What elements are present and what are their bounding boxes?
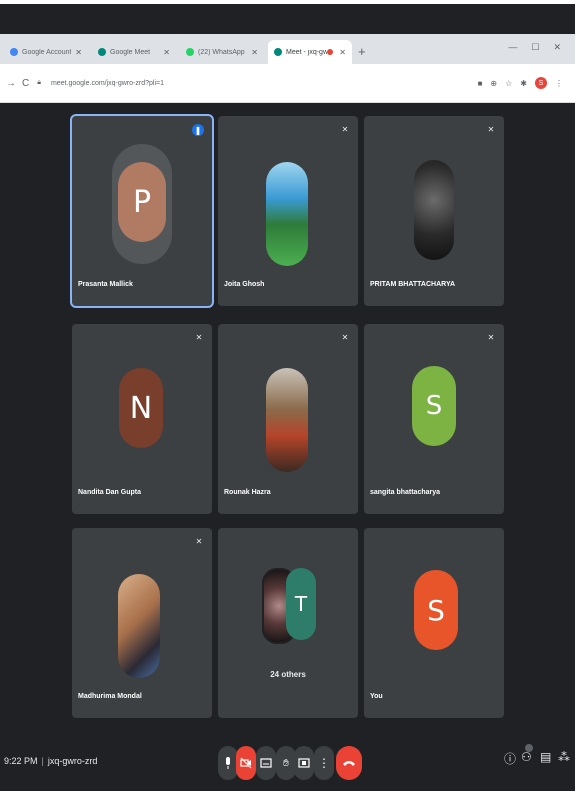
end-call-button[interactable] [336,746,362,780]
minimize-icon[interactable]: — [508,42,517,53]
participant-tile[interactable]: ✕ PRITAM BHATTACHARYA [364,116,504,306]
avatar: S [414,570,458,650]
meeting-code: jxq-gwro-zrd [47,756,98,766]
tab-label: Google Account [22,48,72,56]
participant-tile[interactable]: ✕ Rounak Hazra [218,324,358,514]
browser-tab-bar: Google Account ✕ Google Meet ✕ (22) What… [0,34,575,64]
extensions-area: ■ ⊕ ☆ ✱ S ⋮ [478,77,563,89]
mic-off-icon: ✕ [195,536,203,546]
raise-hand-button[interactable]: ✋︎ [276,746,296,780]
close-tab-icon[interactable]: ✕ [339,48,346,57]
lock-icon[interactable]: 🔒︎ [37,79,41,87]
puzzle-icon[interactable]: ✱ [520,79,527,88]
tab-whatsapp[interactable]: (22) WhatsApp ✕ [180,40,264,64]
captions-icon [260,758,272,768]
chat-icon[interactable]: ▤ [540,750,551,764]
participant-tile[interactable]: ✕ Madhurima Mondal [72,528,212,718]
avatar: P [118,162,166,242]
mic-off-icon: ✕ [487,332,495,342]
others-tile[interactable]: T 24 others [218,528,358,718]
meeting-info: 9:22 PM | jxq-gwro-zrd [4,756,97,766]
close-window-icon[interactable]: ✕ [553,42,561,53]
camera-icon[interactable]: ■ [478,79,483,88]
tab-label: Google Meet [110,48,151,56]
mic-icon [226,757,230,769]
avatar-photo [266,162,308,266]
participant-tile[interactable]: ✕ Joita Ghosh [218,116,358,306]
avatar-photo [118,574,160,678]
hand-icon: ✋︎ [283,757,289,769]
participant-tile[interactable]: S ✕ sangita bhattacharya [364,324,504,514]
participant-name: PRITAM BHATTACHARYA [370,281,456,288]
tab-label: Meet - jxq-gwro-zrd [286,48,328,56]
meeting-controls-bar: 9:22 PM | jxq-gwro-zrd ✋︎ ⋮ ⓘ ⚇ ▤ ⁂ [0,734,575,791]
tab-google-account[interactable]: Google Account ✕ [4,40,88,64]
participant-name: Joita Ghosh [224,281,265,288]
meet-favicon-icon [98,48,106,56]
avatar-photo [414,160,454,260]
participant-name: Madhurima Mondal [78,693,142,700]
profile-avatar[interactable]: S [535,77,547,89]
maximize-icon[interactable]: ☐ [531,42,539,53]
participant-count-badge [525,744,533,752]
present-button[interactable] [294,746,314,780]
activities-icon[interactable]: ⁂ [558,750,570,764]
mic-off-icon: ✕ [341,124,349,134]
tab-label: (22) WhatsApp [198,48,245,56]
menu-icon[interactable]: ⋮ [555,79,563,88]
mic-off-icon: ✕ [341,332,349,342]
more-options-button[interactable]: ⋮ [314,746,334,780]
share-icon[interactable]: ⊕ [490,79,497,88]
screen-frame: Google Account ✕ Google Meet ✕ (22) What… [0,4,575,791]
participant-name: Prasanta Mallick [78,281,133,288]
end-call-icon [343,761,355,766]
self-tile[interactable]: S You [364,528,504,718]
people-icon[interactable]: ⚇ [521,744,533,764]
mic-off-icon: ✕ [487,124,495,134]
participant-tile[interactable]: P ❚ Prasanta Mallick [70,114,214,308]
meet-favicon-icon [274,48,282,56]
participant-name: Rounak Hazra [224,489,271,496]
present-icon [298,758,310,768]
others-count-label: 24 others [270,670,306,679]
bookmark-star-icon[interactable]: ☆ [505,79,512,88]
google-favicon-icon [10,48,18,56]
participant-name: Nandita Dan Gupta [78,489,142,496]
avatar: T [286,568,316,640]
captions-button[interactable] [256,746,276,780]
mic-button[interactable] [218,746,238,780]
separator: | [41,756,44,766]
whatsapp-favicon-icon [186,48,194,56]
close-tab-icon[interactable]: ✕ [163,48,170,57]
avatar-photo [266,368,308,472]
url-field[interactable]: meet.google.com/jxq-gwro-zrd?pli=1 [51,80,478,87]
close-tab-icon[interactable]: ✕ [75,48,82,57]
camera-off-icon [240,757,252,769]
speaking-indicator-icon: ❚ [192,124,204,136]
forward-icon[interactable]: → [6,78,16,89]
reload-icon[interactable]: C [22,78,29,89]
window-controls: — ☐ ✕ [508,42,561,53]
recording-dot-icon [327,49,334,55]
info-icon[interactable]: ⓘ [504,750,516,767]
participant-name: sangita bhattacharya [370,489,441,496]
address-bar: → C 🔒︎ meet.google.com/jxq-gwro-zrd?pli=… [0,64,575,103]
mic-off-icon: ✕ [195,332,203,342]
close-tab-icon[interactable]: ✕ [251,48,258,57]
avatar: N [119,368,163,448]
meeting-time: 9:22 PM [4,756,38,766]
new-tab-button[interactable]: + [358,44,366,59]
tab-meet-active[interactable]: Meet - jxq-gwro-zrd ✕ [268,40,352,64]
camera-off-button[interactable] [236,746,256,780]
participant-tile[interactable]: N ✕ Nandita Dan Gupta [72,324,212,514]
avatar: S [412,366,456,446]
more-vert-icon: ⋮ [318,756,330,770]
participant-name: You [370,693,383,700]
tab-google-meet[interactable]: Google Meet ✕ [92,40,176,64]
